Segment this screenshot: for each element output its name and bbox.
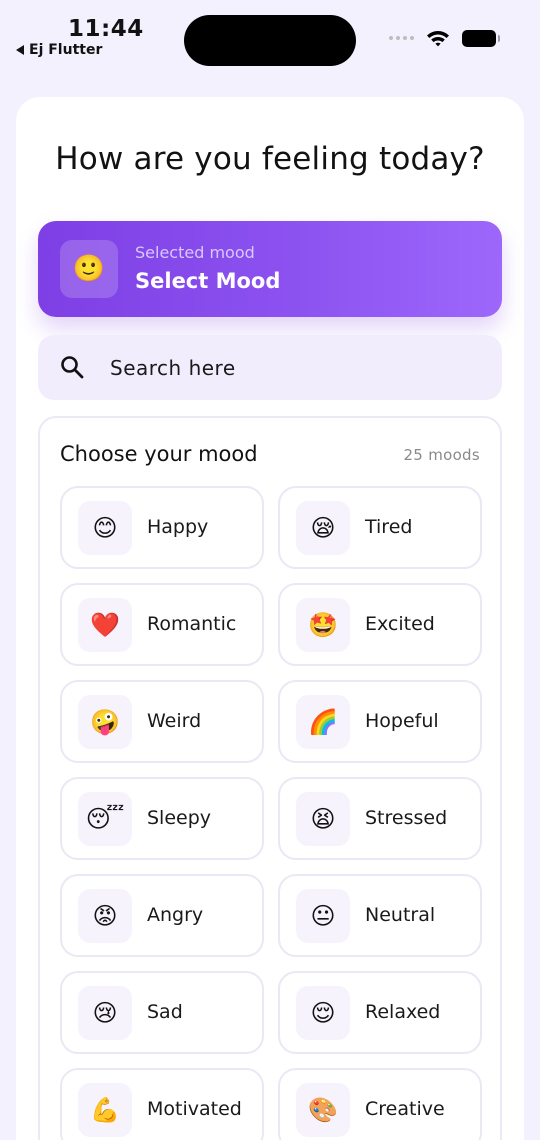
mood-tile-sad[interactable]: 😢 Sad <box>60 971 264 1054</box>
mood-count: 25 moods <box>403 446 480 464</box>
angry-face-emoji-icon: 😡 <box>78 889 132 943</box>
mood-label: Sleepy <box>147 807 212 829</box>
tired-face-emoji-icon: 😫 <box>296 792 350 846</box>
mood-label: Neutral <box>365 904 436 926</box>
selected-mood-emoji-icon: 🙂 <box>60 240 118 298</box>
neutral-face-emoji-icon: 😐 <box>296 889 350 943</box>
back-app-label: Ej Flutter <box>29 42 103 58</box>
mood-tile-angry[interactable]: 😡 Angry <box>60 874 264 957</box>
palette-emoji-icon: 🎨 <box>296 1083 350 1137</box>
heart-emoji-icon: ❤️ <box>78 598 132 652</box>
mood-label: Romantic <box>147 613 237 635</box>
wifi-icon <box>427 31 449 47</box>
mood-tile-neutral[interactable]: 😐 Neutral <box>278 874 482 957</box>
status-time: 11:44 <box>68 16 144 42</box>
search-icon <box>61 356 84 379</box>
tired-emoji-icon: 😪 <box>296 501 350 555</box>
cellular-signal-icon <box>389 36 414 40</box>
mood-panel-title: Choose your mood <box>60 442 258 466</box>
mood-screen: 11:44 Ej Flutter How are you feeling tod… <box>0 0 540 1140</box>
mood-tile-happy[interactable]: 😊 Happy <box>60 486 264 569</box>
search-bar[interactable] <box>38 335 502 400</box>
star-struck-emoji-icon: 🤩 <box>296 598 350 652</box>
mood-tile-stressed[interactable]: 😫 Stressed <box>278 777 482 860</box>
relieved-face-emoji-icon: 😌 <box>296 986 350 1040</box>
mood-tile-relaxed[interactable]: 😌 Relaxed <box>278 971 482 1054</box>
back-arrow-icon <box>16 45 24 55</box>
mood-label: Creative <box>365 1098 445 1120</box>
status-icons <box>389 29 500 47</box>
mood-label: Tired <box>365 516 413 538</box>
mood-label: Weird <box>147 710 202 732</box>
mood-label: Angry <box>147 904 204 926</box>
mood-label: Motivated <box>147 1098 242 1120</box>
mood-tile-hopeful[interactable]: 🌈 Hopeful <box>278 680 482 763</box>
battery-icon <box>462 29 500 47</box>
mood-tile-romantic[interactable]: ❤️ Romantic <box>60 583 264 666</box>
mood-tile-excited[interactable]: 🤩 Excited <box>278 583 482 666</box>
search-input[interactable] <box>110 335 480 400</box>
mood-tile-tired[interactable]: 😪 Tired <box>278 486 482 569</box>
mood-tile-weird[interactable]: 🤪 Weird <box>60 680 264 763</box>
rainbow-emoji-icon: 🌈 <box>296 695 350 749</box>
back-to-app-button[interactable]: Ej Flutter <box>16 42 102 58</box>
selected-mood-subtitle: Selected mood <box>135 243 255 262</box>
selected-mood-title: Select Mood <box>135 269 281 293</box>
mood-tile-creative[interactable]: 🎨 Creative <box>278 1068 482 1140</box>
flexed-biceps-emoji-icon: 💪 <box>78 1083 132 1137</box>
dynamic-island <box>184 15 356 66</box>
happy-emoji-icon: 😊 <box>78 501 132 555</box>
zany-face-emoji-icon: 🤪 <box>78 695 132 749</box>
mood-label: Sad <box>147 1001 183 1023</box>
mood-panel: Choose your mood 25 moods 😊 Happy 😪 Tire… <box>38 416 502 1140</box>
mood-label: Hopeful <box>365 710 439 732</box>
mood-label: Stressed <box>365 807 448 829</box>
page-title: How are you feeling today? <box>55 141 485 177</box>
mood-tile-motivated[interactable]: 💪 Motivated <box>60 1068 264 1140</box>
mood-label: Excited <box>365 613 435 635</box>
selected-mood-banner[interactable]: 🙂 Selected mood Select Mood <box>38 221 502 317</box>
crying-face-emoji-icon: 😢 <box>78 986 132 1040</box>
status-bar: 11:44 Ej Flutter <box>0 0 540 80</box>
sleeping-face-emoji-icon: 😴 <box>78 792 132 846</box>
mood-tile-sleepy[interactable]: 😴 Sleepy <box>60 777 264 860</box>
mood-label: Happy <box>147 516 209 538</box>
mood-label: Relaxed <box>365 1001 441 1023</box>
